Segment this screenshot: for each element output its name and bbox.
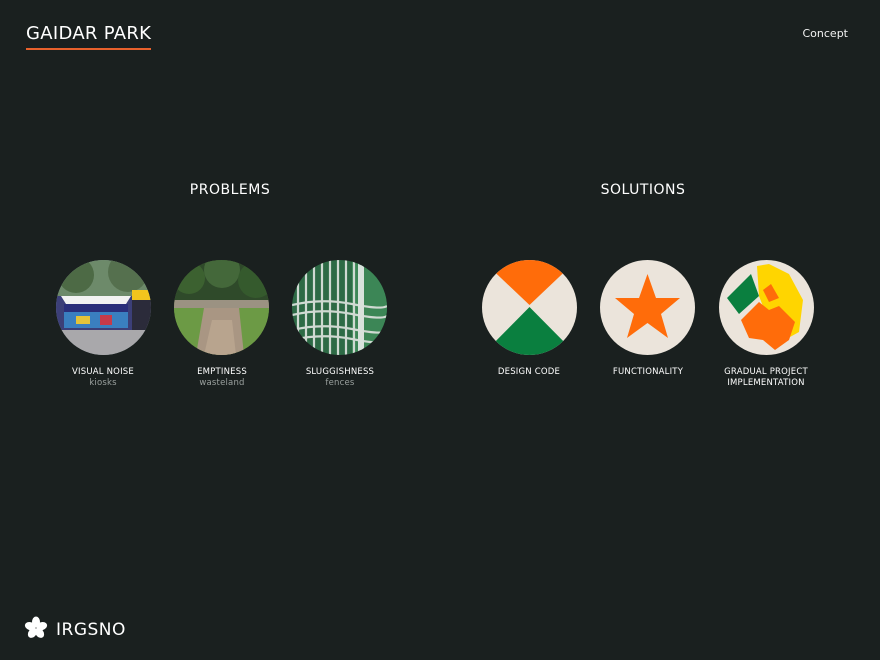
problems-heading: PROBLEMS <box>189 182 271 198</box>
problem-sluggishness: SLUGGISHNESS fences <box>270 367 410 389</box>
project-map-icon[interactable] <box>719 260 814 355</box>
solution-design-code-label: DESIGN CODE <box>497 367 561 377</box>
kiosks-photo[interactable] <box>56 260 151 355</box>
solution-functionality-label: FUNCTIONALITY <box>612 367 684 377</box>
solution-gradual-implementation-label: GRADUAL PROJECT IMPLEMENTATION <box>724 367 808 388</box>
solutions-heading: SOLUTIONS <box>600 182 686 198</box>
problem-emptiness-label: EMPTINESS <box>197 367 247 377</box>
asterisk-icon <box>24 616 48 644</box>
logo-text: IRGSNO <box>56 620 126 640</box>
irgsno-logo[interactable]: IRGSNO <box>24 616 126 644</box>
star-icon[interactable] <box>600 260 695 355</box>
problem-visual-noise-label: VISUAL NOISE <box>72 367 134 377</box>
wasteland-photo[interactable] <box>174 260 269 355</box>
problem-sluggishness-label: SLUGGISHNESS <box>305 367 375 377</box>
fences-photo[interactable] <box>292 260 387 355</box>
page-title[interactable]: GAIDAR PARK <box>26 24 152 50</box>
design-code-icon[interactable] <box>482 260 577 355</box>
nav-concept-link[interactable]: Concept <box>803 27 849 40</box>
problem-sluggishness-sub: fences <box>325 378 355 388</box>
solution-gradual-implementation: GRADUAL PROJECT IMPLEMENTATION <box>696 367 836 389</box>
